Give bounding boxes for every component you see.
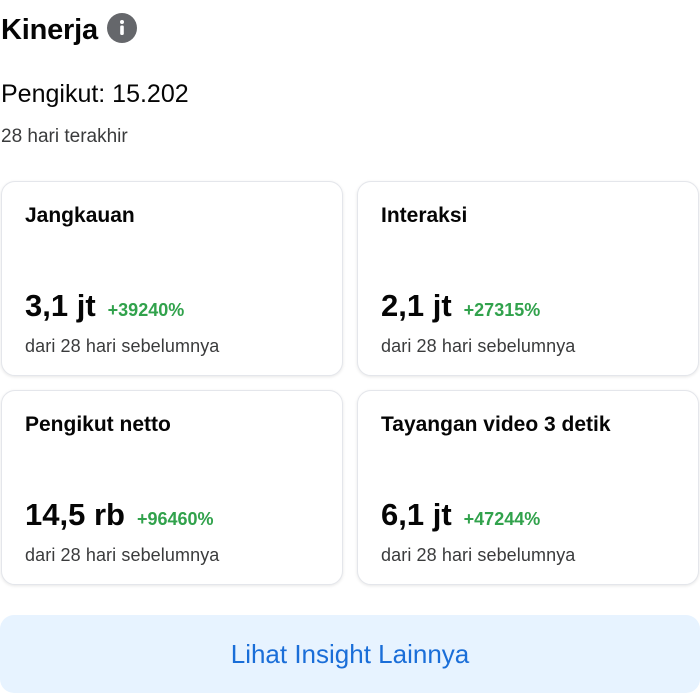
metric-card-reach[interactable]: Jangkauan 3,1 jt +39240% dari 28 hari se… bbox=[1, 181, 343, 376]
metric-change: +47244% bbox=[463, 509, 541, 529]
metric-card-engagement[interactable]: Interaksi 2,1 jt +27315% dari 28 hari se… bbox=[357, 181, 699, 376]
metric-row: 3,1 jt +39240% bbox=[25, 288, 184, 324]
metric-comparison: dari 28 hari sebelumnya bbox=[381, 336, 576, 356]
info-icon[interactable] bbox=[106, 12, 137, 43]
metric-value: 3,1 jt bbox=[25, 288, 96, 323]
see-more-insights-label: Lihat Insight Lainnya bbox=[230, 638, 470, 669]
header: Kinerja bbox=[1, 12, 137, 47]
page-title: Kinerja bbox=[1, 14, 98, 46]
metric-card-title: Pengikut netto bbox=[25, 413, 171, 436]
performance-panel: Kinerja Pengikut: 15.202 28 hari terakhi… bbox=[0, 0, 700, 700]
see-more-insights-button[interactable]: Lihat Insight Lainnya bbox=[0, 615, 700, 693]
metric-change: +27315% bbox=[463, 300, 541, 320]
metric-row: 2,1 jt +27315% bbox=[381, 288, 540, 324]
metric-row: 14,5 rb +96460% bbox=[25, 497, 214, 533]
follower-count: Pengikut: 15.202 bbox=[1, 80, 189, 108]
info-glyph bbox=[119, 19, 124, 35]
metric-comparison: dari 28 hari sebelumnya bbox=[25, 545, 220, 565]
metric-change: +96460% bbox=[136, 509, 214, 529]
metric-card-title: Interaksi bbox=[381, 204, 468, 227]
metric-card-video-views[interactable]: Tayangan video 3 detik 6,1 jt +47244% da… bbox=[357, 390, 699, 585]
metric-card-title: Jangkauan bbox=[25, 204, 135, 227]
metric-card-net-followers[interactable]: Pengikut netto 14,5 rb +96460% dari 28 h… bbox=[1, 390, 343, 585]
metric-card-title: Tayangan video 3 detik bbox=[381, 413, 611, 436]
period-label: 28 hari terakhir bbox=[1, 126, 128, 147]
metric-comparison: dari 28 hari sebelumnya bbox=[25, 336, 220, 356]
metric-comparison: dari 28 hari sebelumnya bbox=[381, 545, 576, 565]
metric-value: 2,1 jt bbox=[381, 288, 452, 323]
metric-value: 14,5 rb bbox=[25, 497, 125, 532]
metric-change: +39240% bbox=[107, 300, 185, 320]
metric-value: 6,1 jt bbox=[381, 497, 452, 532]
metric-row: 6,1 jt +47244% bbox=[381, 497, 540, 533]
